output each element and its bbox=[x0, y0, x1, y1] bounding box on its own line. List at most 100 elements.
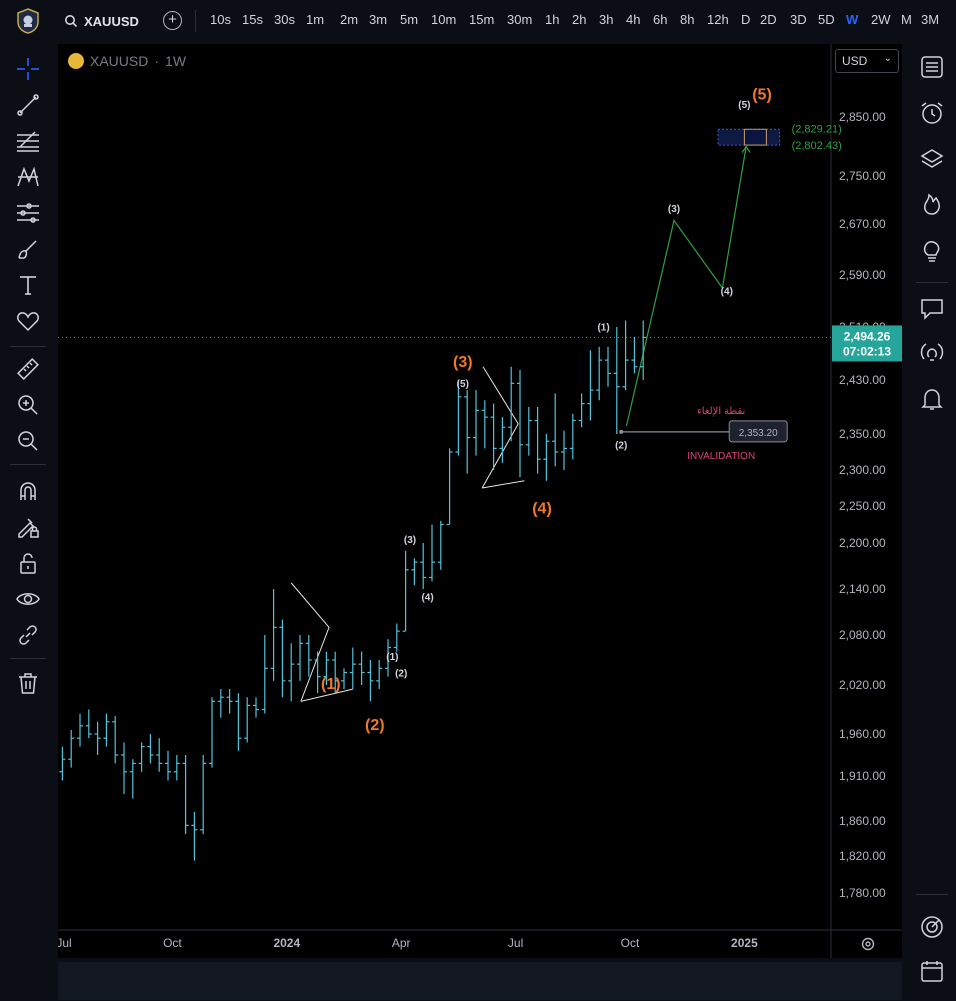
ohlc-bar bbox=[182, 755, 189, 835]
ohlc-bar bbox=[446, 448, 453, 526]
minor-wave-label: (4) bbox=[721, 287, 733, 298]
interval-10s[interactable]: 10s bbox=[210, 12, 231, 27]
pattern-tool[interactable] bbox=[15, 164, 41, 190]
crosshair-tool[interactable] bbox=[15, 56, 41, 82]
alerts-button[interactable] bbox=[919, 100, 945, 126]
ohlc-bar bbox=[552, 393, 559, 467]
interval-15m[interactable]: 15m bbox=[469, 12, 494, 27]
text-tool[interactable] bbox=[15, 272, 41, 298]
interval-d[interactable]: D bbox=[741, 12, 750, 27]
add-symbol-button[interactable]: + bbox=[163, 11, 182, 30]
ohlc-bar bbox=[270, 589, 277, 681]
layers-icon bbox=[920, 149, 944, 168]
interval-3d[interactable]: 3D bbox=[790, 12, 807, 27]
bottom-panel[interactable] bbox=[58, 962, 902, 1000]
eye-icon bbox=[16, 593, 40, 605]
interval-3m[interactable]: 3M bbox=[921, 12, 939, 27]
favorites-tool[interactable] bbox=[15, 308, 41, 334]
ohlc-bar bbox=[358, 651, 365, 685]
hotlists-button[interactable] bbox=[919, 190, 945, 216]
chart-canvas[interactable]: 2,850.002,750.002,670.002,590.002,510.00… bbox=[56, 44, 902, 958]
crosshair-icon bbox=[17, 58, 39, 80]
ideas-button[interactable] bbox=[919, 238, 945, 264]
interval-8h[interactable]: 8h bbox=[680, 12, 694, 27]
interval-3h[interactable]: 3h bbox=[599, 12, 613, 27]
zoom-out-tool[interactable] bbox=[15, 428, 41, 454]
object-tree-button[interactable] bbox=[919, 146, 945, 172]
interval-2w[interactable]: 2W bbox=[871, 12, 891, 27]
ohlc-bar bbox=[613, 327, 620, 434]
currency-select[interactable]: USD ⌄ bbox=[835, 49, 899, 73]
prediction-tool[interactable] bbox=[15, 200, 41, 226]
interval-10m[interactable]: 10m bbox=[431, 12, 456, 27]
settings-button[interactable] bbox=[861, 937, 875, 951]
chart-panel[interactable]: 2,850.002,750.002,670.002,590.002,510.00… bbox=[56, 44, 902, 958]
fib-retracement-icon bbox=[17, 131, 39, 152]
ohlc-bar bbox=[411, 558, 418, 586]
interval-w[interactable]: W bbox=[846, 12, 858, 27]
notifications-button[interactable] bbox=[919, 386, 945, 412]
measure-tool[interactable] bbox=[15, 356, 41, 382]
zoom-in-tool[interactable] bbox=[15, 392, 41, 418]
interval-m[interactable]: M bbox=[901, 12, 912, 27]
brush-icon bbox=[18, 240, 37, 259]
ohlc-bar bbox=[587, 350, 594, 421]
ohlc-bar bbox=[314, 651, 321, 694]
interval-2d[interactable]: 2D bbox=[760, 12, 777, 27]
interval-6h[interactable]: 6h bbox=[653, 12, 667, 27]
price-tick-label: 1,960.00 bbox=[839, 727, 886, 741]
symbol-search-button[interactable]: XAUUSD bbox=[64, 12, 139, 30]
brush-tool[interactable] bbox=[15, 236, 41, 262]
interval-12h[interactable]: 12h bbox=[707, 12, 729, 27]
chats-button[interactable] bbox=[919, 296, 945, 322]
ohlc-bar bbox=[165, 750, 171, 781]
minor-wave-label: (2) bbox=[615, 440, 627, 451]
interval-15s[interactable]: 15s bbox=[242, 12, 263, 27]
interval-4h[interactable]: 4h bbox=[626, 12, 640, 27]
ohlc-bar bbox=[481, 400, 488, 449]
trend-line-tool[interactable] bbox=[15, 92, 41, 118]
time-tick-label: 2024 bbox=[273, 936, 300, 950]
fib-retracement-tool[interactable] bbox=[15, 128, 41, 154]
drawing-toolbar bbox=[0, 42, 56, 1001]
interval-1m[interactable]: 1m bbox=[306, 12, 324, 27]
interval-30s[interactable]: 30s bbox=[274, 12, 295, 27]
price-tick-label: 2,200.00 bbox=[839, 536, 886, 550]
zoom-in-icon bbox=[18, 395, 38, 415]
magnet-icon bbox=[20, 482, 36, 500]
target-zone-core bbox=[743, 128, 767, 146]
ohlc-bar bbox=[209, 697, 215, 768]
prediction-icon bbox=[17, 203, 39, 223]
primary-wave-label: (5) bbox=[752, 86, 772, 103]
streams-button[interactable] bbox=[919, 340, 945, 366]
sync-drawings-tool[interactable] bbox=[15, 622, 41, 648]
hide-drawings-tool[interactable] bbox=[15, 586, 41, 612]
interval-30m[interactable]: 30m bbox=[507, 12, 532, 27]
target-icon bbox=[921, 916, 943, 938]
ohlc-bar bbox=[569, 413, 576, 460]
legend-interval: 1W bbox=[165, 53, 187, 69]
ohlc-bar bbox=[253, 697, 259, 718]
interval-2h[interactable]: 2h bbox=[572, 12, 586, 27]
ohlc-bar bbox=[288, 643, 295, 702]
pattern-icon bbox=[17, 166, 39, 187]
watchlist-button[interactable] bbox=[919, 54, 945, 80]
interval-1h[interactable]: 1h bbox=[545, 12, 559, 27]
ohlc-bar bbox=[341, 668, 347, 690]
interval-2m[interactable]: 2m bbox=[340, 12, 358, 27]
calendar-button[interactable] bbox=[919, 958, 945, 984]
chart-legend[interactable]: XAUUSD · 1W bbox=[68, 52, 186, 70]
top-toolbar: XAUUSD + 10s 15s 30s 1m 2m 3m 5m 10m 15m 30m 1h 2h 3… bbox=[0, 0, 956, 42]
ohlc-bar bbox=[402, 550, 409, 632]
app-logo-icon[interactable] bbox=[14, 7, 42, 35]
magnet-tool[interactable] bbox=[15, 478, 41, 504]
minor-wave-label: (3) bbox=[404, 535, 416, 546]
pine-button[interactable] bbox=[919, 914, 945, 940]
interval-5m[interactable]: 5m bbox=[400, 12, 418, 27]
interval-3m[interactable]: 3m bbox=[369, 12, 387, 27]
stay-in-drawing-tool[interactable] bbox=[15, 514, 41, 540]
remove-drawings-tool[interactable] bbox=[15, 670, 41, 696]
lock-drawings-tool[interactable] bbox=[15, 550, 41, 576]
interval-5d[interactable]: 5D bbox=[818, 12, 835, 27]
invalidation-price-label: 2,353.20 bbox=[739, 428, 778, 439]
